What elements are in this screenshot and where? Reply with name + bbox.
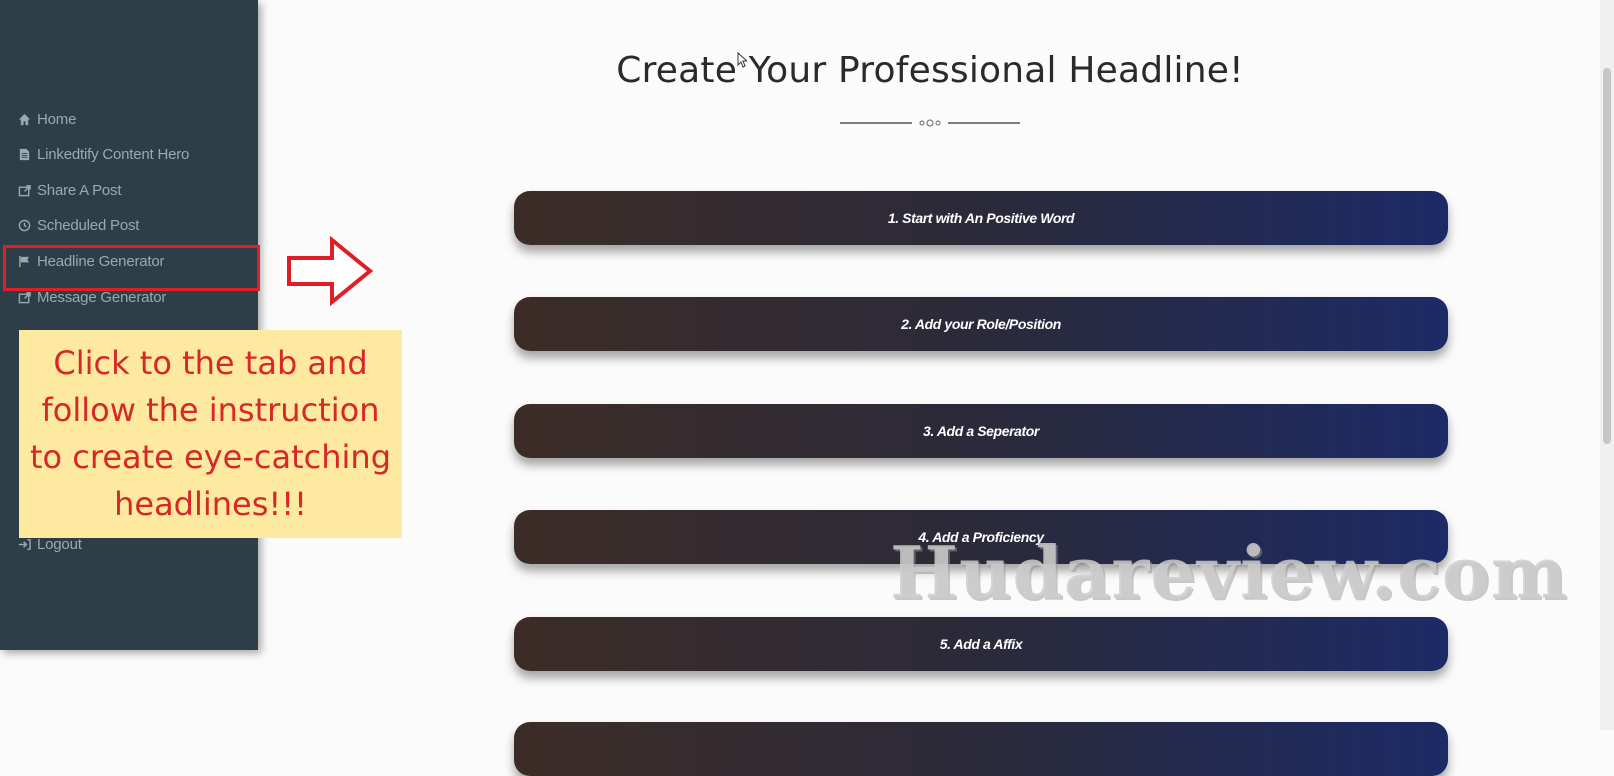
sidebar-item-logout[interactable]: Logout xyxy=(18,536,82,553)
title-divider xyxy=(840,116,1020,128)
sidebar-item-scheduled-post[interactable]: Scheduled Post xyxy=(18,217,139,234)
sidebar-item-label: Message Generator xyxy=(37,289,167,306)
watermark: Hudareview.com xyxy=(890,530,1568,615)
clock-icon xyxy=(18,219,31,232)
highlight-box xyxy=(3,245,260,291)
sidebar-item-label: Linkedtify Content Hero xyxy=(37,146,190,163)
step-6-button[interactable] xyxy=(514,722,1448,776)
mouse-cursor-icon xyxy=(737,51,749,68)
sidebar-item-label: Scheduled Post xyxy=(37,217,140,234)
sidebar-item-label: Logout xyxy=(37,536,82,553)
sidebar-item-share-post[interactable]: Share A Post xyxy=(18,182,122,199)
instruction-note: Click to the tab and follow the instruct… xyxy=(19,330,402,538)
logout-icon xyxy=(18,538,31,551)
step-5-button[interactable]: 5. Add a Affix xyxy=(514,617,1448,671)
scrollbar-thumb[interactable] xyxy=(1603,68,1611,444)
right-arrow-icon xyxy=(286,235,376,307)
scrollbar[interactable] xyxy=(1600,0,1614,730)
sidebar-item-content-hero[interactable]: Linkedtify Content Hero xyxy=(18,146,189,163)
home-icon xyxy=(18,113,31,126)
document-icon xyxy=(18,148,31,161)
sidebar-item-home[interactable]: Home xyxy=(18,111,76,128)
page-title: Create Your Professional Headline! xyxy=(616,50,1244,91)
message-icon xyxy=(18,291,31,304)
sidebar-item-label: Share A Post xyxy=(37,182,122,199)
step-3-button[interactable]: 3. Add a Seperator xyxy=(514,404,1448,458)
share-icon xyxy=(18,184,31,197)
sidebar-item-message-generator[interactable]: Message Generator xyxy=(18,289,166,306)
sidebar-item-label: Home xyxy=(37,111,77,128)
sidebar: Home Linkedtify Content Hero Share A Pos… xyxy=(0,0,258,650)
step-2-button[interactable]: 2. Add your Role/Position xyxy=(514,297,1448,351)
step-1-button[interactable]: 1. Start with An Positive Word xyxy=(514,191,1448,245)
